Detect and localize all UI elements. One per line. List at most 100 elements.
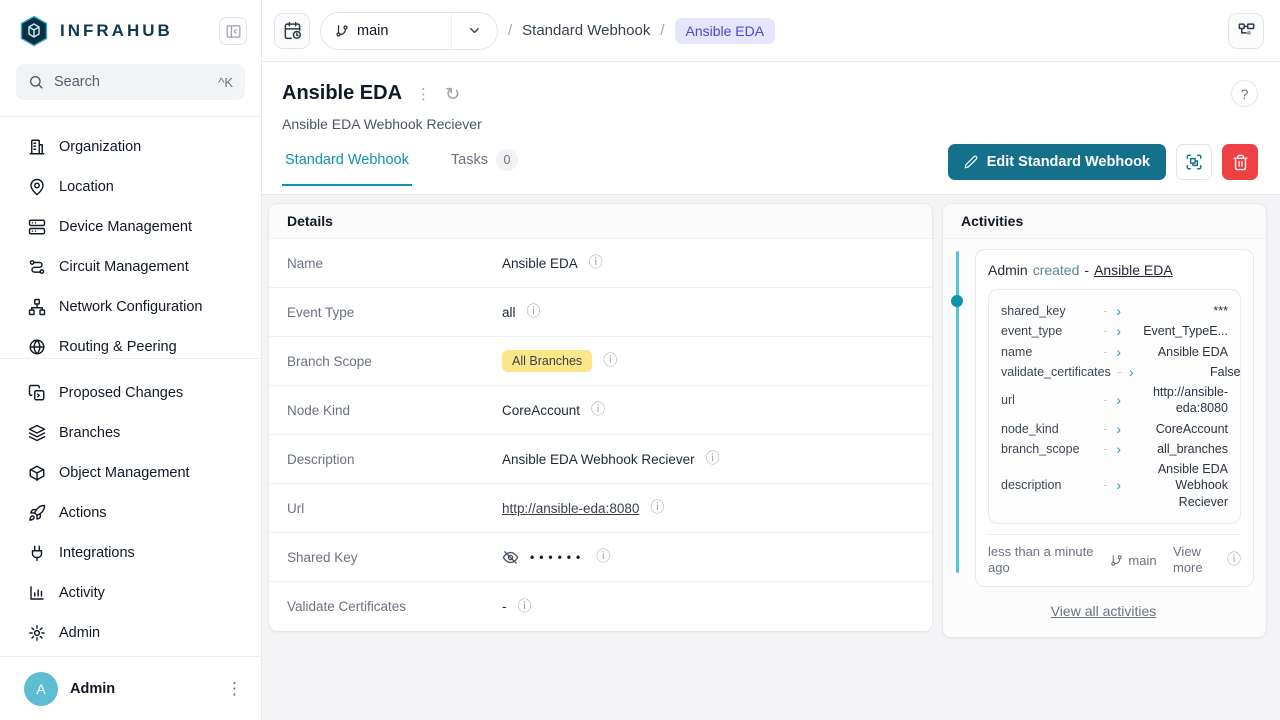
- info-icon[interactable]: ⓘ: [706, 452, 720, 466]
- sidebar-item-label: Organization: [59, 139, 141, 155]
- change-row: event_type-›Event_TypeE...: [1001, 323, 1228, 339]
- plug-icon: [28, 544, 46, 562]
- sidebar-item-organization[interactable]: Organization: [0, 127, 261, 167]
- page-title: Ansible EDA: [282, 82, 402, 105]
- activity-event-title: Admin created - Ansible EDA: [988, 262, 1241, 278]
- search-wrap: Search ^K: [0, 62, 261, 117]
- sidebar-item-label: Routing & Peering: [59, 339, 177, 355]
- sidebar-item-routing-peering[interactable]: Routing & Peering: [0, 327, 261, 359]
- help-button[interactable]: ?: [1231, 80, 1258, 107]
- infrahub-logo-icon: [18, 15, 50, 47]
- map-pin-icon: [28, 178, 46, 196]
- refresh-icon[interactable]: ↻: [445, 85, 460, 103]
- details-title: Details: [269, 204, 932, 239]
- user-menu: A Admin ⋮: [0, 656, 261, 720]
- title-kebab-menu-icon[interactable]: ⋮: [416, 85, 431, 103]
- sidebar-item-label: Circuit Management: [59, 259, 189, 275]
- chevron-right-icon: ›: [1116, 304, 1121, 318]
- sidebar-item-device-management[interactable]: Device Management: [0, 207, 261, 247]
- sidebar-item-label: Integrations: [59, 545, 135, 561]
- activity-action: created: [1033, 262, 1080, 278]
- breadcrumb-parent[interactable]: Standard Webhook: [522, 22, 650, 39]
- info-icon[interactable]: ⓘ: [650, 501, 664, 515]
- breadcrumb-separator: /: [508, 22, 512, 39]
- chevron-right-icon: ›: [1116, 393, 1121, 407]
- search-shortcut: ^K: [218, 75, 233, 90]
- change-row: url-›http://ansible-eda:8080: [1001, 384, 1228, 417]
- nav-primary: Organization Location Device Management …: [0, 117, 261, 359]
- branch-selector[interactable]: main: [320, 12, 498, 50]
- branch-name: main: [357, 23, 388, 39]
- pencil-icon: [964, 155, 978, 169]
- eye-off-icon[interactable]: [502, 549, 519, 566]
- detail-row-branch-scope: Branch Scope All Branchesⓘ: [269, 337, 932, 386]
- sidebar-item-admin[interactable]: Admin: [0, 613, 261, 653]
- detail-value: CoreAccount: [502, 403, 580, 418]
- brand-name: INFRAHUB: [60, 21, 219, 41]
- tab-standard-webhook[interactable]: Standard Webhook: [282, 152, 412, 186]
- gear-icon: [28, 624, 46, 642]
- manage-groups-button[interactable]: [1176, 144, 1212, 180]
- sidebar-item-object-management[interactable]: Object Management: [0, 453, 261, 493]
- sidebar-item-circuit-management[interactable]: Circuit Management: [0, 247, 261, 287]
- sidebar-item-label: Object Management: [59, 465, 190, 481]
- detail-row-validate-certificates: Validate Certificates -ⓘ: [269, 582, 932, 631]
- rocket-icon: [28, 504, 46, 522]
- panel-collapse-icon: [225, 23, 242, 40]
- detail-row-description: Description Ansible EDA Webhook Reciever…: [269, 435, 932, 484]
- main-area: main / Standard Webhook / Ansible EDA An…: [262, 0, 1280, 720]
- sidebar-item-network-configuration[interactable]: Network Configuration: [0, 287, 261, 327]
- activity-branch[interactable]: main: [1102, 553, 1165, 568]
- activity-event-card: Admin created - Ansible EDA shared_key-›…: [975, 249, 1254, 587]
- info-icon[interactable]: ⓘ: [596, 550, 610, 564]
- breadcrumb-current-badge[interactable]: Ansible EDA: [675, 18, 776, 44]
- user-kebab-menu-icon[interactable]: ⋮: [226, 680, 243, 697]
- schema-icon: [1237, 21, 1256, 40]
- view-all-activities-link[interactable]: View all activities: [1051, 603, 1157, 619]
- sidebar-item-proposed-changes[interactable]: Proposed Changes: [0, 373, 261, 413]
- chevron-right-icon: ›: [1129, 365, 1134, 379]
- branch-dropdown-toggle[interactable]: [451, 13, 497, 49]
- breadcrumb-separator: /: [660, 22, 664, 39]
- sidebar-item-label: Network Configuration: [59, 299, 202, 315]
- details-panel: Details Name Ansible EDAⓘ Event Type all…: [268, 203, 933, 632]
- info-icon[interactable]: ⓘ: [603, 354, 617, 368]
- info-icon[interactable]: ⓘ: [527, 305, 541, 319]
- chevron-right-icon: ›: [1116, 478, 1121, 492]
- sidebar-item-branches[interactable]: Branches: [0, 413, 261, 453]
- sidebar-collapse-button[interactable]: [219, 17, 247, 45]
- tab-tasks[interactable]: Tasks 0: [448, 149, 521, 189]
- info-icon[interactable]: ⓘ: [1227, 553, 1241, 567]
- edit-button[interactable]: Edit Standard Webhook: [948, 144, 1166, 180]
- activity-object-link[interactable]: Ansible EDA: [1094, 262, 1173, 278]
- sidebar: INFRAHUB Search ^K Organization Location…: [0, 0, 262, 720]
- search-icon: [28, 74, 44, 90]
- page-header: Ansible EDA ⋮ ↻ ? Ansible EDA Webhook Re…: [262, 62, 1280, 195]
- chevron-right-icon: ›: [1116, 422, 1121, 436]
- time-travel-button[interactable]: [274, 13, 310, 49]
- schema-button[interactable]: [1228, 13, 1264, 49]
- info-icon[interactable]: ⓘ: [518, 600, 532, 614]
- timeline-dot: [951, 295, 963, 307]
- detail-row-event-type: Event Type allⓘ: [269, 288, 932, 337]
- building-icon: [28, 138, 46, 156]
- bar-chart-icon: [28, 584, 46, 602]
- change-row: description-›Ansible EDA Webhook Recieve…: [1001, 461, 1228, 510]
- info-icon[interactable]: ⓘ: [589, 256, 603, 270]
- user-name: Admin: [70, 681, 214, 697]
- info-icon[interactable]: ⓘ: [591, 403, 605, 417]
- masked-secret: ••••••: [530, 550, 585, 564]
- change-row: name-›Ansible EDA: [1001, 344, 1228, 360]
- sidebar-item-label: Proposed Changes: [59, 385, 183, 401]
- globe-icon: [28, 338, 46, 356]
- sidebar-item-integrations[interactable]: Integrations: [0, 533, 261, 573]
- view-more-link[interactable]: View more: [1173, 544, 1219, 577]
- delete-button[interactable]: [1222, 144, 1258, 180]
- sidebar-item-location[interactable]: Location: [0, 167, 261, 207]
- search-input[interactable]: Search ^K: [16, 64, 245, 100]
- detail-value: Ansible EDA: [502, 256, 578, 271]
- sidebar-item-actions[interactable]: Actions: [0, 493, 261, 533]
- url-link[interactable]: http://ansible-eda:8080: [502, 501, 639, 516]
- sidebar-item-activity[interactable]: Activity: [0, 573, 261, 613]
- route-icon: [28, 258, 46, 276]
